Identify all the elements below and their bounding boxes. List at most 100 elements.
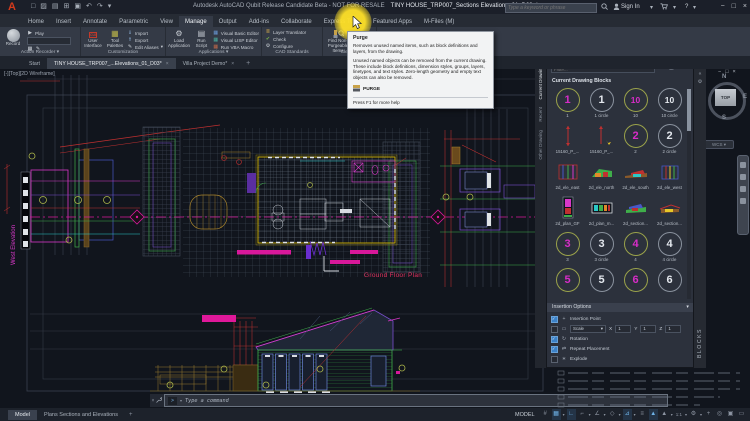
new-layout-button[interactable]: + bbox=[125, 412, 137, 418]
grid-icon[interactable]: # bbox=[541, 409, 550, 420]
tab-output[interactable]: Output bbox=[213, 16, 243, 27]
tab-featured-apps[interactable]: Featured Apps bbox=[367, 16, 418, 27]
steering-wheel-icon[interactable] bbox=[740, 198, 746, 204]
annotation-visibility-icon[interactable]: ▲ bbox=[649, 409, 658, 420]
tab-parametric[interactable]: Parametric bbox=[113, 16, 154, 27]
run-script-button[interactable]: ▤ Run Script bbox=[192, 28, 211, 50]
chevron-down-icon[interactable]: ▾ bbox=[700, 412, 702, 417]
save-icon[interactable]: ▤ bbox=[52, 0, 59, 14]
block-item[interactable]: 2d_section... bbox=[619, 195, 652, 227]
minimize-icon[interactable]: − bbox=[721, 0, 725, 14]
block-item[interactable]: 6 bbox=[619, 267, 652, 293]
panel-label-applications[interactable]: Applications ▾ bbox=[166, 49, 261, 56]
layout-tab[interactable]: Plans Sections and Elevations bbox=[37, 410, 125, 420]
file-tab-active[interactable]: TINY HOUSE_TRP007_...Elevations_01_D03* … bbox=[47, 58, 176, 69]
undo-icon[interactable]: ↶ bbox=[86, 0, 92, 14]
action-macro-dropdown[interactable] bbox=[27, 37, 71, 45]
panel-label-customization[interactable]: Customization bbox=[81, 49, 165, 56]
annotation-monitor-icon[interactable]: + bbox=[704, 409, 713, 420]
block-item[interactable]: 15160_P_... bbox=[551, 123, 584, 155]
customize-icon[interactable] bbox=[156, 397, 162, 405]
help-icon[interactable]: ? bbox=[685, 4, 688, 10]
autoscale-icon[interactable]: ▲ bbox=[660, 409, 669, 420]
file-tab-start[interactable]: Start bbox=[22, 58, 47, 69]
block-item[interactable]: 2 2 circle bbox=[653, 123, 686, 155]
tab-insert[interactable]: Insert bbox=[50, 16, 77, 27]
block-item[interactable]: 10 10 bbox=[619, 87, 652, 119]
graphics-performance-icon[interactable]: ▣ bbox=[726, 409, 735, 420]
export-button[interactable]: ⇑ Export bbox=[127, 37, 163, 43]
lineweight-icon[interactable]: ≡ bbox=[638, 409, 647, 420]
infer-constraints-icon[interactable]: ∟ bbox=[567, 409, 576, 420]
isodraft-icon[interactable]: ◇ bbox=[608, 409, 617, 420]
block-item[interactable]: 3 3 circle bbox=[585, 231, 618, 263]
block-item[interactable]: 4 4 circle bbox=[653, 231, 686, 263]
visual-lisp-editor-button[interactable]: ▦ Visual LISP Editor bbox=[213, 37, 259, 43]
chevron-down-icon[interactable]: ▾ bbox=[650, 4, 653, 11]
palette-scrollbar-thumb[interactable] bbox=[687, 89, 691, 131]
palette-properties-icon[interactable]: ⚙ bbox=[698, 78, 702, 86]
scale-dropdown[interactable]: Scale ▾ bbox=[570, 325, 606, 333]
block-item[interactable]: 2 2 bbox=[619, 123, 652, 155]
navigation-bar[interactable] bbox=[737, 155, 749, 235]
layer-translator-button[interactable]: ≣ Layer Translator bbox=[265, 29, 306, 35]
sign-in-button[interactable]: Sign In bbox=[621, 4, 640, 10]
tab-manage[interactable]: Manage bbox=[179, 16, 213, 27]
block-item[interactable]: 2d_plan_m... bbox=[585, 195, 618, 227]
block-item[interactable]: 1 1 circle bbox=[585, 87, 618, 119]
scale-y-input[interactable]: 1 bbox=[640, 325, 656, 333]
chevron-down-icon[interactable]: ▾ bbox=[685, 412, 687, 417]
chevron-down-icon[interactable]: ▾ bbox=[673, 4, 676, 11]
tab-m-files[interactable]: M-Files (M) bbox=[418, 16, 460, 27]
close-tab-icon[interactable]: × bbox=[231, 61, 234, 67]
auto-hide-icon[interactable]: « bbox=[699, 70, 702, 78]
viewcube-east[interactable]: E bbox=[743, 94, 747, 100]
panel-label-action-recorder[interactable]: Action Recorder ▾ bbox=[0, 49, 80, 56]
tab-collaborate[interactable]: Collaborate bbox=[275, 16, 318, 27]
chevron-down-icon[interactable]: ▾ bbox=[180, 398, 182, 403]
chevron-down-icon[interactable]: ▾ bbox=[604, 412, 606, 417]
annotation-scale-icon[interactable]: 1:1 bbox=[675, 409, 683, 420]
tab-view[interactable]: View bbox=[154, 16, 179, 27]
qat-menu-icon[interactable]: ▾ bbox=[108, 0, 112, 14]
autocad-logo[interactable]: A bbox=[3, 1, 21, 13]
repeat-placement-checkbox[interactable] bbox=[551, 346, 558, 353]
snap-icon[interactable]: ▦ bbox=[552, 409, 561, 420]
ortho-icon[interactable]: ⌐ bbox=[578, 409, 587, 420]
isolate-objects-icon[interactable]: ◎ bbox=[715, 409, 724, 420]
model-tab[interactable]: Model bbox=[8, 410, 37, 420]
viewport-controls[interactable]: [-][Top][2D Wireframe] bbox=[4, 71, 55, 77]
block-item[interactable]: 15160_P_... bbox=[585, 123, 618, 155]
palette-tab-current-drawing[interactable]: Current Drawing bbox=[538, 66, 543, 99]
block-item[interactable]: 1 1 bbox=[551, 87, 584, 119]
viewcube-top-face[interactable]: TOP bbox=[715, 89, 736, 106]
tab-annotate[interactable]: Annotate bbox=[77, 16, 113, 27]
tool-palettes-button[interactable]: ▦ Tool Palettes bbox=[105, 28, 125, 50]
orbit-icon[interactable] bbox=[740, 186, 746, 192]
wcs-menu[interactable]: WCS ▾ bbox=[704, 140, 734, 149]
block-item[interactable]: 4 4 bbox=[619, 231, 652, 263]
insertion-point-checkbox[interactable] bbox=[551, 316, 558, 323]
cart-icon[interactable] bbox=[660, 3, 668, 12]
insertion-options-header[interactable]: Insertion Options ▾ bbox=[547, 303, 693, 312]
chevron-down-icon[interactable]: ▾ bbox=[589, 412, 591, 417]
scale-checkbox[interactable] bbox=[551, 326, 558, 333]
visual-basic-editor-button[interactable]: ▦ Visual Basic Editor bbox=[213, 30, 259, 36]
search-icon[interactable] bbox=[601, 3, 608, 12]
viewcube[interactable]: N E S W TOP WCS ▾ bbox=[702, 74, 750, 154]
chevron-down-icon[interactable]: ▾ bbox=[634, 412, 636, 417]
close-tab-icon[interactable]: × bbox=[166, 61, 169, 67]
chevron-down-icon[interactable]: ▾ bbox=[693, 4, 696, 11]
block-item[interactable]: 2d_ele_south bbox=[619, 159, 652, 191]
save-as-icon[interactable]: ⊞ bbox=[63, 0, 69, 14]
command-line-grip[interactable]: × bbox=[150, 394, 164, 407]
block-item[interactable]: 2d_ele_west bbox=[653, 159, 686, 191]
new-drawing-tab-button[interactable]: + bbox=[241, 60, 255, 69]
block-item[interactable]: 10 10 circle bbox=[653, 87, 686, 119]
palette-tab-other-drawing[interactable]: Other Drawing bbox=[538, 130, 543, 160]
model-space-label[interactable]: MODEL bbox=[515, 412, 535, 418]
tab-add-ins[interactable]: Add-ins bbox=[243, 16, 275, 27]
scale-x-input[interactable]: 1 bbox=[615, 325, 631, 333]
pan-icon[interactable] bbox=[740, 162, 746, 168]
zoom-icon[interactable] bbox=[740, 174, 746, 180]
